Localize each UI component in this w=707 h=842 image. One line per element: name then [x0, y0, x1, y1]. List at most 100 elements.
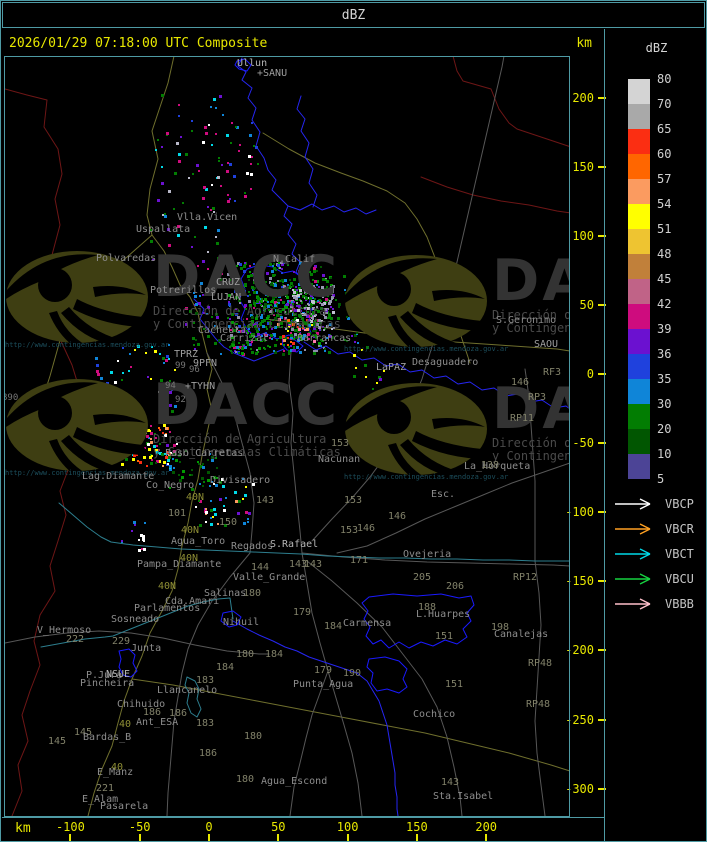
title-bar: dBZ: [2, 2, 705, 28]
vector-legend-row: VBCP: [613, 497, 694, 511]
scale-color-band: [628, 229, 650, 254]
x-tick-mark: [208, 834, 210, 841]
scale-color-band: [628, 179, 650, 204]
map-polyline: [5, 88, 81, 816]
y-tick-label: -100: [565, 505, 594, 520]
scale-color-band: [628, 379, 650, 404]
vector-label: VBBB: [665, 597, 694, 611]
map-polyline: [534, 560, 546, 816]
map-polyline: [58, 502, 570, 562]
map-header: 2026/01/29 07:18:00 UTC Composite km: [2, 29, 604, 56]
echo-cluster: [121, 521, 146, 552]
y-tick-label: 50: [579, 297, 594, 312]
map-polyline: [311, 57, 505, 542]
vector-label: VBCT: [665, 547, 694, 561]
y-tick-label: -50: [572, 436, 594, 451]
map-polyline: [206, 352, 255, 554]
scale-color-band: [628, 354, 650, 379]
scale-label: 70: [657, 97, 672, 111]
map-polyline: [287, 203, 377, 215]
x-tick-mark: [69, 834, 72, 841]
scale-label: 5: [657, 472, 665, 486]
scale-color-band: [628, 404, 650, 429]
x-tick-mark: [485, 834, 488, 841]
scale-label: 35: [657, 372, 672, 386]
echo-cluster: [150, 94, 233, 263]
x-tick-mark: [277, 834, 280, 841]
vector-legend-row: VBCR: [613, 522, 694, 536]
scale-label: 36: [657, 347, 672, 361]
x-tick-label: 50: [271, 820, 286, 834]
scale-color-band: [628, 129, 650, 154]
vector-arrow-icon: [615, 523, 651, 535]
scale-label: 57: [657, 172, 672, 186]
echo-cluster: [202, 122, 259, 202]
y-tick-label: -300: [565, 781, 594, 796]
scale-label: 48: [657, 247, 672, 261]
scale-label: 65: [657, 122, 672, 136]
scale-label: 51: [657, 222, 672, 236]
map-polyline: [289, 670, 329, 816]
map-polygon: [366, 656, 408, 694]
vector-arrow-icon: [615, 598, 651, 610]
scale-color-band: [628, 104, 650, 129]
x-tick-label: 200: [475, 820, 498, 834]
echo-cluster: [93, 344, 178, 471]
vector-label: VBCR: [665, 522, 694, 536]
map-polyline: [232, 620, 399, 816]
timestamp: 2026/01/29 07:18:00 UTC Composite: [9, 36, 268, 51]
legend-panel: dBZ 80 70 65 60 57 54 51 48 45 42 39 36 35 30 20 10 5 VB…: [605, 29, 706, 841]
x-tick-mark: [415, 834, 418, 841]
map-polyline: [296, 95, 318, 208]
echo-cluster: [185, 257, 242, 355]
scale-color-band: [628, 204, 650, 229]
map-polyline: [87, 57, 213, 816]
vector-arrow-icon: [615, 548, 651, 560]
map-polyline: [306, 560, 463, 816]
y-tick-label: 200: [572, 90, 594, 105]
map-polyline: [28, 234, 153, 450]
x-tick-label: 100: [336, 820, 359, 834]
x-tick-label: -100: [55, 820, 85, 834]
scale-label: 54: [657, 197, 672, 211]
map-polygon: [361, 593, 475, 649]
x-tick-mark: [346, 834, 349, 841]
map-polyline: [166, 552, 251, 816]
vector-label: VBCP: [665, 497, 694, 511]
x-tick-label: 0: [205, 820, 213, 834]
scale-label: 39: [657, 322, 672, 336]
x-axis-line: [2, 817, 605, 818]
scale-label: 42: [657, 297, 672, 311]
radar-map: http://www.contingencias.mendoza.gov.ar D…: [5, 57, 570, 816]
scale-label: 80: [657, 72, 672, 86]
y-tick-label: -200: [565, 643, 594, 658]
y-axis-unit-label: km: [576, 36, 592, 51]
page-title: dBZ: [341, 7, 366, 23]
map-polyline: [452, 57, 570, 148]
echo-cluster: [155, 450, 218, 491]
scale-label: 20: [657, 422, 672, 436]
map-polygon: [184, 676, 202, 718]
x-axis-unit-label: km: [15, 821, 31, 836]
echo-cluster: [246, 279, 318, 342]
map-polygon: [220, 610, 242, 628]
y-tick-label: 0: [586, 367, 594, 381]
vector-legend-row: VBCU: [613, 572, 694, 586]
scale-color-band: [628, 429, 650, 454]
vector-legend-row: VBCT: [613, 547, 694, 561]
y-tick-label: -150: [565, 574, 594, 589]
map-polyline: [237, 57, 305, 281]
map-polyline: [5, 630, 270, 655]
y-tick-label: -250: [565, 712, 594, 727]
scale-color-band: [628, 304, 650, 329]
x-tick-label: 150: [406, 820, 428, 834]
map-polyline: [524, 368, 536, 562]
y-tick-label: 150: [572, 159, 594, 174]
scale-color-band: [628, 454, 650, 479]
y-tick-label: 100: [572, 228, 594, 243]
legend-title: dBZ: [645, 41, 668, 55]
scale-color-band: [628, 329, 650, 354]
echo-cluster: [353, 346, 385, 390]
scale-color-band: [628, 279, 650, 304]
scale-label: 10: [657, 447, 672, 461]
